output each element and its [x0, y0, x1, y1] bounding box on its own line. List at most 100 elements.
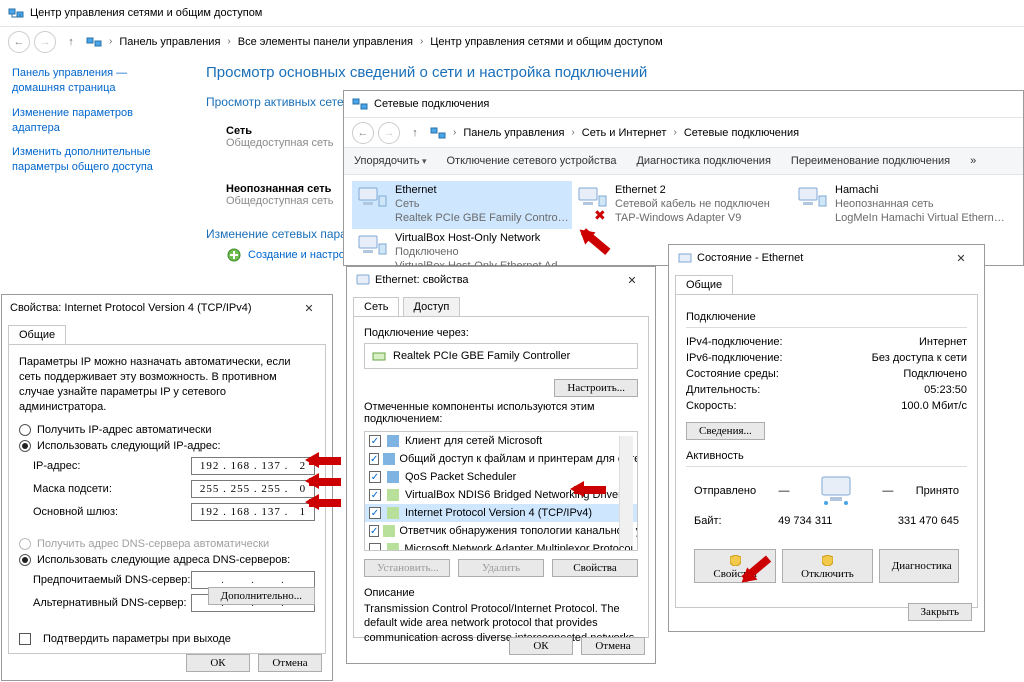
checkbox-icon[interactable]	[369, 471, 381, 483]
radio-icon	[19, 554, 31, 566]
tab-access[interactable]: Доступ	[403, 297, 461, 316]
crumb-net-internet[interactable]: Сеть и Интернет	[582, 127, 667, 139]
link-adapter-settings[interactable]: Изменение параметров адаптера	[12, 106, 180, 136]
network-connections-toolbar: Упорядочить Отключение сетевого устройст…	[344, 147, 1023, 175]
component-item[interactable]: Ответчик обнаружения топологии канальног…	[365, 522, 637, 540]
ipv6-conn-value: Без доступа к сети	[837, 352, 967, 364]
component-item[interactable]: Клиент для сетей Microsoft	[365, 432, 637, 450]
radio-label: Получить IP-адрес автоматически	[37, 424, 211, 436]
nav-forward-button[interactable]: →	[34, 31, 56, 53]
tab-general[interactable]: Общие	[8, 325, 66, 344]
connection-ethernet[interactable]: Ethernet Сеть Realtek PCIe GBE Family Co…	[352, 181, 572, 229]
checkbox-validate-on-exit[interactable]: Подтвердить параметры при выходе	[19, 633, 315, 645]
nav-up-button[interactable]: ↑	[404, 122, 426, 144]
scrollbar[interactable]	[619, 436, 633, 546]
close-button[interactable]: ✕	[617, 274, 647, 287]
component-item[interactable]: Общий доступ к файлам и принтерам для се…	[365, 450, 637, 468]
install-button[interactable]: Установить...	[364, 559, 450, 577]
component-item-ipv4[interactable]: Internet Protocol Version 4 (TCP/IPv4)	[365, 504, 637, 522]
components-list[interactable]: Клиент для сетей Microsoft Общий доступ …	[364, 431, 638, 551]
ipv4-tabs: Общие	[2, 321, 332, 344]
toolbar-disable-device[interactable]: Отключение сетевого устройства	[447, 155, 617, 167]
link-advanced-sharing[interactable]: Изменить дополнительные параметры общего…	[12, 145, 180, 175]
ethernet-status-tabs: Общие	[669, 271, 984, 294]
connection-name: VirtualBox Host-Only Network	[395, 232, 569, 246]
crumb-control-panel[interactable]: Панель управления	[463, 127, 564, 139]
crumb-network-center[interactable]: Центр управления сетями и общим доступом	[430, 36, 662, 48]
checkbox-icon[interactable]	[369, 543, 381, 551]
disable-button[interactable]: Отключить	[782, 549, 873, 583]
ok-button[interactable]: ОК	[186, 654, 250, 672]
radio-use-following-dns[interactable]: Использовать следующие адреса DNS-сервер…	[19, 554, 315, 566]
checkbox-icon[interactable]	[369, 507, 381, 519]
nav-back-button[interactable]: ←	[8, 31, 30, 53]
crumb-control-panel[interactable]: Панель управления	[119, 36, 220, 48]
radio-use-following-ip[interactable]: Использовать следующий IP-адрес:	[19, 440, 315, 452]
duration-value: 05:23:50	[837, 384, 967, 396]
label-alternate-dns: Альтернативный DNS-сервер:	[33, 597, 191, 609]
connection-status: Сеть	[395, 198, 569, 212]
details-button[interactable]: Сведения...	[686, 422, 765, 440]
crumb-net-connections[interactable]: Сетевые подключения	[684, 127, 799, 139]
label-subnet-mask: Маска подсети:	[33, 483, 191, 495]
ethernet-properties-title: Ethernet: свойства	[375, 274, 469, 286]
close-button[interactable]: ✕	[294, 302, 324, 315]
radio-label: Использовать следующие адреса DNS-сервер…	[37, 554, 290, 566]
ethernet-properties-dialog: Ethernet: свойства ✕ Сеть Доступ Подключ…	[346, 266, 656, 664]
radio-obtain-ip-auto[interactable]: Получить IP-адрес автоматически	[19, 424, 315, 436]
component-item[interactable]: QoS Packet Scheduler	[365, 468, 637, 486]
crumb-all-items[interactable]: Все элементы панели управления	[238, 36, 413, 48]
label-ip-address: IP-адрес:	[33, 460, 191, 472]
ok-button[interactable]: ОК	[509, 637, 573, 655]
label-preferred-dns: Предпочитаемый DNS-сервер:	[33, 574, 191, 586]
component-label: Internet Protocol Version 4 (TCP/IPv4)	[405, 507, 592, 519]
ethernet-properties-tabs: Сеть Доступ	[347, 293, 655, 316]
speed-value: 100.0 Мбит/c	[837, 400, 967, 412]
connect-using-field: Realtek PCIe GBE Family Controller	[364, 343, 638, 369]
tab-general[interactable]: Общие	[675, 275, 733, 294]
service-icon	[383, 523, 395, 539]
ethernet-status-titlebar: Состояние - Ethernet ✕	[669, 245, 984, 271]
connection-name: Ethernet 2	[615, 184, 789, 198]
component-properties-button[interactable]: Свойства	[552, 559, 638, 577]
connection-ethernet2[interactable]: ✖ Ethernet 2 Сетевой кабель не подключен…	[572, 181, 792, 229]
tab-network[interactable]: Сеть	[353, 297, 399, 316]
link-cp-home[interactable]: Панель управления — домашняя страница	[12, 66, 180, 96]
checkbox-icon[interactable]	[369, 453, 379, 465]
cancel-button[interactable]: Отмена	[581, 637, 645, 655]
configure-button[interactable]: Настроить...	[554, 379, 638, 397]
ipv6-conn-label: IPv6-подключение:	[686, 352, 837, 364]
checkbox-icon[interactable]	[369, 489, 381, 501]
advanced-button[interactable]: Дополнительно...	[208, 587, 315, 605]
radio-label: Получить адрес DNS-сервера автоматически	[37, 538, 269, 550]
service-icon	[385, 487, 401, 503]
protocol-icon	[385, 505, 401, 521]
cancel-button[interactable]: Отмена	[258, 654, 322, 672]
input-default-gateway[interactable]	[191, 503, 315, 521]
input-subnet-mask[interactable]	[191, 480, 315, 498]
diagnose-button[interactable]: Диагностика	[879, 549, 959, 583]
close-button[interactable]: ✕	[946, 252, 976, 265]
connection-hamachi[interactable]: Hamachi Неопознанная сеть LogMeIn Hamach…	[792, 181, 1012, 229]
properties-button[interactable]: Свойства	[694, 549, 776, 583]
toolbar-rename[interactable]: Переименование подключения	[791, 155, 950, 167]
component-item[interactable]: Microsoft Network Adapter Multiplexor Pr…	[365, 540, 637, 551]
nav-forward-button[interactable]: →	[378, 122, 400, 144]
nav-back-button[interactable]: ←	[352, 122, 374, 144]
service-icon	[385, 433, 401, 449]
chevron-icon: ›	[568, 127, 577, 138]
toolbar-diagnose[interactable]: Диагностика подключения	[636, 155, 770, 167]
component-item[interactable]: VirtualBox NDIS6 Bridged Networking Driv…	[365, 486, 637, 504]
toolbar-organize[interactable]: Упорядочить	[354, 155, 427, 167]
toolbar-more[interactable]: »	[970, 155, 976, 167]
radio-icon	[19, 440, 31, 452]
connect-using-value: Realtek PCIe GBE Family Controller	[393, 350, 570, 362]
label-default-gateway: Основной шлюз:	[33, 506, 191, 518]
checkbox-icon[interactable]	[369, 435, 381, 447]
ipv4-conn-value: Интернет	[837, 336, 967, 348]
nav-up-button[interactable]: ↑	[60, 31, 82, 53]
input-ip-address[interactable]	[191, 457, 315, 475]
close-dialog-button[interactable]: Закрыть	[908, 603, 972, 621]
checkbox-icon[interactable]	[369, 525, 379, 537]
breadcrumb-icon	[430, 125, 446, 141]
